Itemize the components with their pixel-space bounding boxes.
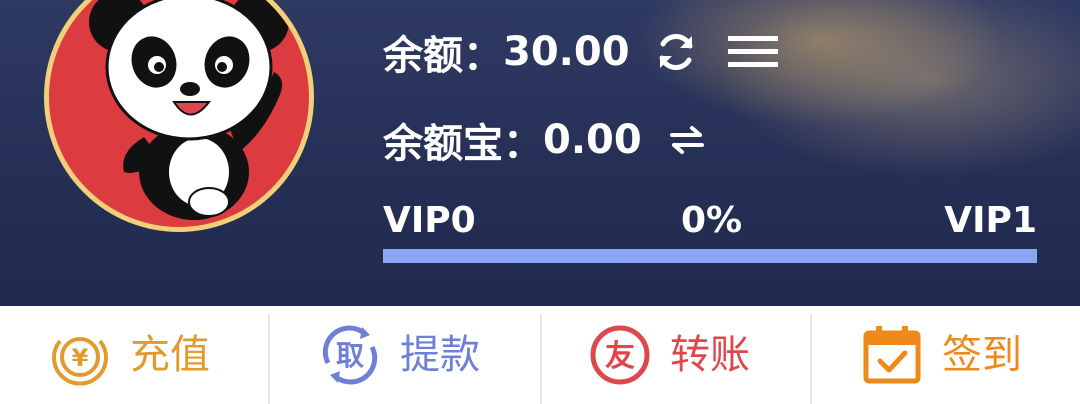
- panda-avatar-icon: [89, 0, 289, 220]
- recharge-button[interactable]: ¥ 充值: [48, 306, 210, 404]
- transfer-label: 转账: [670, 332, 750, 378]
- account-header: 余额： 30.00 余额宝： 0.00 VIP0 0% VIP1: [0, 0, 1080, 306]
- yuebao-label: 余额宝：: [383, 121, 543, 167]
- refresh-icon[interactable]: [654, 30, 698, 74]
- vip-next-level: VIP1: [944, 200, 1037, 241]
- transfer-button[interactable]: 友 转账: [588, 306, 750, 404]
- transfer-you-icon: 友: [588, 323, 652, 387]
- withdraw-glyph: 取: [336, 339, 364, 372]
- transfer-glyph: 友: [605, 339, 635, 374]
- yuebao-value: 0.00: [543, 117, 642, 163]
- user-avatar[interactable]: [44, 0, 314, 232]
- checkin-label: 签到: [942, 332, 1022, 378]
- balance-label: 余额：: [383, 33, 503, 79]
- calendar-check-icon: [860, 323, 924, 387]
- withdraw-button[interactable]: 取 提款: [318, 306, 480, 404]
- yuebao-row: 余额宝： 0.00: [383, 112, 706, 168]
- transfer-arrows-icon[interactable]: [668, 125, 706, 155]
- divider: [268, 314, 270, 404]
- menu-icon[interactable]: [727, 34, 778, 70]
- vip-progress-labels: VIP0 0% VIP1: [383, 200, 1037, 244]
- balance-value: 30.00: [503, 29, 630, 75]
- recharge-label: 充值: [130, 332, 210, 378]
- yen-coin-icon: ¥: [48, 323, 112, 387]
- withdraw-label: 提款: [400, 332, 480, 378]
- yen-glyph: ¥: [72, 344, 89, 372]
- vip-progress-bar: [383, 249, 1037, 263]
- divider: [810, 314, 812, 404]
- vip-progress-percent: 0%: [681, 200, 743, 241]
- divider: [540, 314, 542, 404]
- quick-actions-bar: ¥ 充值 取 提款 友 转账 签到: [0, 306, 1080, 404]
- withdraw-icon: 取: [318, 323, 382, 387]
- balance-row: 余额： 30.00: [383, 24, 778, 80]
- vip-current-level: VIP0: [383, 200, 476, 241]
- checkin-button[interactable]: 签到: [860, 306, 1022, 404]
